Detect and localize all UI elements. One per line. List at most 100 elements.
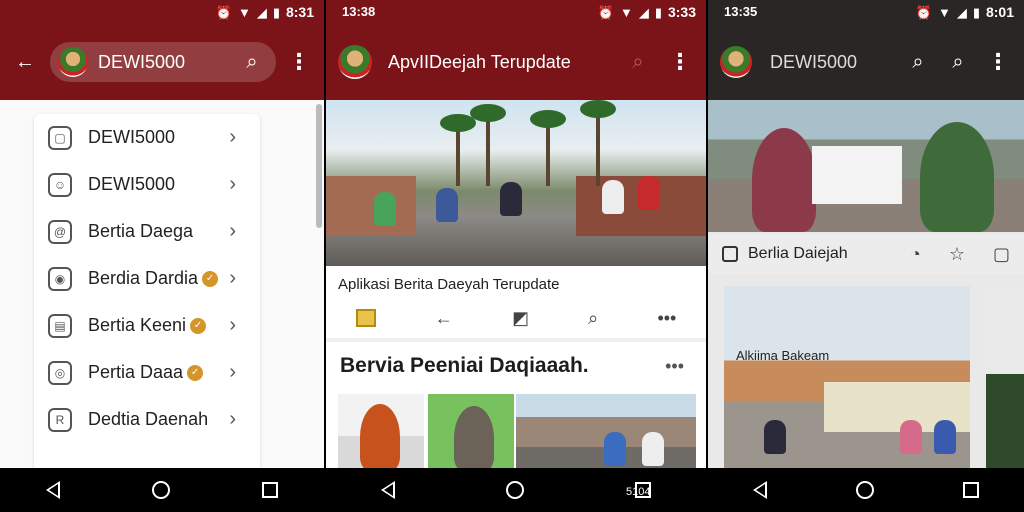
app-bar: ← DEWI5000 ⌕ ⋮ [0,24,324,100]
news-thumbnail[interactable] [428,394,514,470]
list-item[interactable]: ▢ DEWI5000 › [34,114,260,161]
badge-icon: ✓ [202,271,219,288]
chevron-right-icon: › [229,220,236,242]
app-logo [720,46,752,78]
motorbike-rider [638,176,660,210]
search-field[interactable]: DEWI5000 ⌕ [50,42,276,82]
label-text: Berdia Dardia [88,268,199,288]
card-caption: Alkiima Bakeam [736,348,830,363]
status-time: 8:31 [285,4,314,20]
nav-home-icon[interactable] [152,481,170,499]
side-thumbnail[interactable] [986,286,1024,372]
wifi-icon: ▼ [237,4,251,20]
nav-recents-icon[interactable] [963,482,980,498]
status-time-left: 13:35 [724,4,758,19]
star-icon[interactable]: ☆ [949,244,965,265]
search-input[interactable]: DEWI5000 [98,52,228,73]
motorbike-rider [436,188,458,222]
alarm-icon: ⏰ [915,4,932,20]
palm-tree [530,110,566,186]
app-bar: ApvIIDeejah Terupdate ⌕ ⋮ [326,24,706,100]
palm-tree [440,114,476,186]
article-card[interactable]: Aplikasi Berita Daeyah Terupdate ← ◩ ⌕ •… [326,266,706,338]
nav-bar [0,468,324,512]
more-icon[interactable]: ••• [657,308,676,329]
article-actions: ← ◩ ⌕ ••• [326,302,706,334]
list-item-label: DEWI5000 [88,127,176,147]
avatar [58,47,88,77]
book-icon: R [48,407,72,432]
nav-home-icon[interactable] [855,481,874,499]
screen-1: ⏰ ▼ ◢ ▮ 8:31 ← DEWI5000 ⌕ ⋮ ▢ DEWI5000 ›… [0,0,324,512]
list-item[interactable]: ☺ DEWI5000 › [34,161,260,208]
news-thumbnail[interactable] [516,394,696,470]
nav-back-icon[interactable] [46,481,60,499]
article-toolbar: Berlia Daiejah ◔ ☆ ▢ [708,234,1024,274]
list-item[interactable]: @ Bertia Daega › [34,208,260,255]
search-icon[interactable]: ⌕ [904,48,932,76]
calendar-icon [722,246,738,262]
person-figure [360,404,400,470]
document-image [812,146,902,204]
hero-image[interactable] [708,100,1024,232]
motorbike-rider [602,180,624,214]
search-icon[interactable]: ⌕ [238,48,266,76]
nav-bar [708,468,1024,512]
bookmark-icon[interactable] [355,309,376,327]
status-bar: 13:38 ⏰ ▼ ◢ ▮ 3:33 [326,0,706,24]
nav-back-icon[interactable] [752,481,767,499]
chevron-right-icon: › [229,314,236,336]
toolbar-label: Berlia Daiejah [748,245,848,262]
section-title: Bervia Peeniai Daqiaaah. [340,354,589,377]
battery-icon: ▮ [272,4,280,20]
comment-icon[interactable]: ◔ [910,244,921,265]
list-item[interactable]: ◎ Pertia Daaa ✓ › [34,349,260,396]
back-arrow-icon[interactable]: ← [12,48,38,76]
battery-icon: ▮ [972,4,980,20]
list-item[interactable]: ◉ Berdia Dardia ✓ › [34,255,260,302]
emoji-icon: ☺ [48,172,72,197]
search-icon[interactable]: ⌕ [624,48,652,76]
badge-icon: ✓ [190,318,207,335]
screen-2: 13:38 ⏰ ▼ ◢ ▮ 3:33 ApvIIDeejah Terupdate… [326,0,706,512]
more-icon[interactable]: ••• [665,356,684,377]
back-arrow-icon[interactable]: ← [435,308,453,329]
list-item[interactable]: ▤ Bertia Keeni ✓ › [34,302,260,349]
app-logo [338,45,372,79]
photo-icon: ▤ [48,313,72,338]
screen-3: 13:35 ⏰ ▼ ◢ ▮ 8:01 DEWI5000 ⌕ ⌕ ⋮ Berlia… [708,0,1024,512]
search-icon[interactable]: ⌕ [944,48,972,76]
news-section: Bervia Peeniai Daqiaaah. ••• [326,342,706,470]
nav-home-icon[interactable] [505,481,524,499]
list-item[interactable]: R Dedtia Daenah › [34,396,260,443]
signal-icon: ◢ [256,4,267,20]
more-icon[interactable]: ▢ [993,244,1010,265]
status-bar: 13:35 ⏰ ▼ ◢ ▮ 8:01 [708,0,1024,24]
nav-label: 5104 [626,486,651,498]
news-image-card[interactable]: Alkiima Bakeam [724,286,970,472]
person-figure [920,122,994,232]
menu-list: ▢ DEWI5000 › ☺ DEWI5000 › @ Bertia Daega… [34,114,260,474]
hero-image[interactable] [326,100,706,266]
label-text: Pertia Daaa [88,362,184,382]
alarm-icon: ⏰ [215,4,232,20]
status-time: 3:33 [667,4,696,20]
building-shape [326,176,416,236]
person-figure [900,420,922,454]
list-item-label: Berdia Dardia ✓ [88,268,246,289]
list-item-label: Pertia Daaa ✓ [88,362,246,383]
app-bar: DEWI5000 ⌕ ⌕ ⋮ [708,24,1024,100]
more-menu-icon[interactable]: ⋮ [984,48,1012,76]
nav-recents-icon[interactable] [262,482,278,498]
badge-icon: ✓ [187,365,204,382]
nav-back-icon[interactable] [381,481,396,499]
scrollbar[interactable] [316,104,322,228]
more-menu-icon[interactable]: ⋮ [666,48,694,76]
pin-icon: ◉ [48,266,72,291]
share-icon[interactable]: ◩ [512,308,529,329]
side-thumbnail[interactable] [986,374,1024,472]
more-menu-icon[interactable]: ⋮ [286,48,312,76]
search-icon[interactable]: ⌕ [588,308,598,329]
news-thumbnail[interactable] [338,394,424,470]
chevron-right-icon: › [229,126,236,148]
